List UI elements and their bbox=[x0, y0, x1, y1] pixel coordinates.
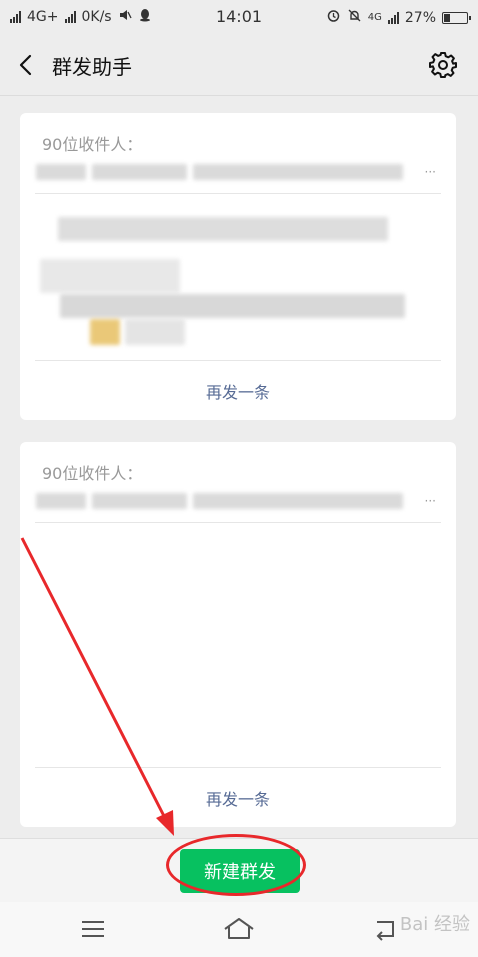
divider bbox=[35, 360, 441, 361]
new-broadcast-button[interactable]: 新建群发 bbox=[180, 849, 300, 893]
recipients-list: ··· bbox=[36, 492, 436, 510]
chevron-left-icon bbox=[19, 54, 32, 76]
gear-icon bbox=[429, 52, 457, 78]
broadcast-card: 90位收件人： ··· 再发一条 bbox=[20, 442, 456, 827]
watermark: Bai 经验 bbox=[399, 914, 470, 935]
battery-percent: 27% bbox=[404, 9, 436, 26]
resend-button[interactable]: 再发一条 bbox=[20, 786, 456, 810]
back-button[interactable] bbox=[12, 50, 42, 80]
more-recipients-ellipsis: ··· bbox=[424, 494, 436, 508]
page-title: 群发助手 bbox=[52, 55, 132, 79]
alarm-icon bbox=[326, 8, 341, 27]
divider bbox=[35, 522, 441, 523]
blurred-message-content bbox=[40, 209, 426, 349]
network-type-right: 4G bbox=[367, 12, 382, 23]
header: 群发助手 bbox=[0, 34, 478, 96]
blurred-recipient bbox=[193, 164, 403, 180]
do-not-disturb-icon bbox=[347, 8, 362, 27]
blurred-recipient bbox=[36, 164, 86, 180]
blurred-recipient bbox=[92, 493, 187, 509]
recipients-label: 90位收件人： bbox=[42, 135, 143, 154]
broadcast-card: 90位收件人： ··· 再发一条 bbox=[20, 113, 456, 420]
battery-icon bbox=[442, 11, 471, 24]
settings-button[interactable] bbox=[428, 50, 458, 80]
status-bar: 4G+ 0K/s 14:01 4G 27% bbox=[0, 0, 478, 34]
signal-right-icon bbox=[387, 11, 399, 24]
menu-button[interactable] bbox=[73, 914, 113, 944]
battery-fill bbox=[444, 13, 450, 22]
home-icon bbox=[224, 918, 254, 939]
divider bbox=[35, 193, 441, 194]
blurred-recipient bbox=[92, 164, 187, 180]
recipients-label: 90位收件人： bbox=[42, 464, 143, 483]
resend-button[interactable]: 再发一条 bbox=[20, 379, 456, 403]
more-recipients-ellipsis: ··· bbox=[424, 165, 436, 179]
blurred-recipient bbox=[193, 493, 403, 509]
divider bbox=[35, 767, 441, 768]
status-right: 4G 27% bbox=[326, 8, 471, 27]
recipients-list: ··· bbox=[36, 163, 436, 181]
menu-icon bbox=[82, 921, 104, 937]
home-button[interactable] bbox=[219, 914, 259, 944]
blurred-recipient bbox=[36, 493, 86, 509]
